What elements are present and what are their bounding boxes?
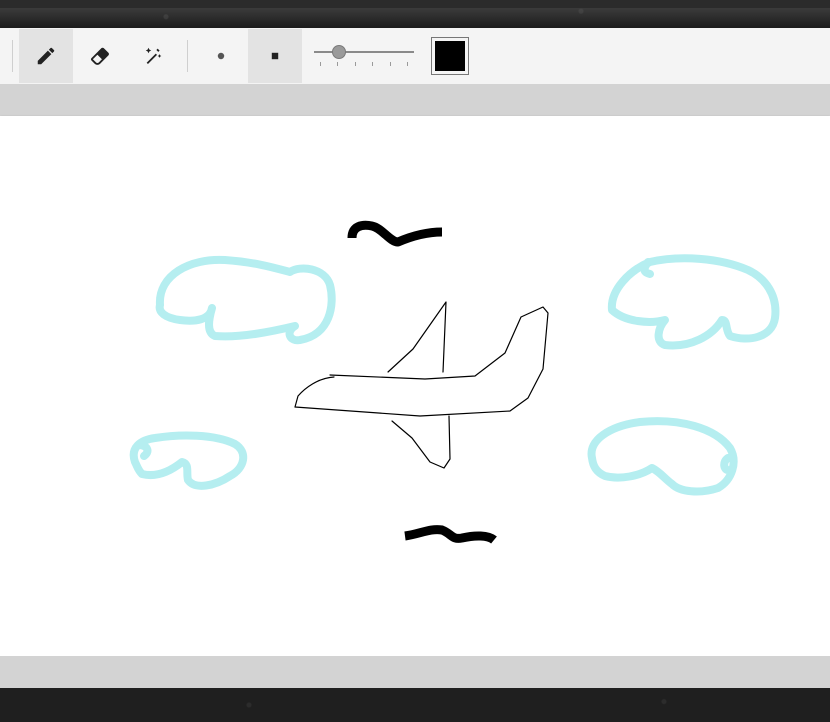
bird-top [347, 220, 443, 247]
airplane-upper-wing [387, 301, 447, 373]
cloud-bottom-right [587, 417, 738, 496]
slider-tick [355, 62, 356, 66]
current-color-swatch [435, 41, 465, 71]
magic-eraser-tool-button[interactable] [127, 29, 181, 83]
color-picker-button[interactable] [431, 37, 469, 75]
pencil-icon [37, 47, 55, 65]
round-brush-icon [217, 52, 225, 60]
slider-tick [320, 62, 321, 66]
cloud-top-left [155, 255, 336, 345]
magic-wand-icon [145, 47, 162, 64]
cloud-bottom-left [129, 431, 248, 490]
airplane-lower-wing [391, 415, 451, 469]
brush-size-slider[interactable] [314, 42, 414, 72]
drawing-canvas[interactable] [0, 116, 830, 656]
top-window-bar [0, 0, 830, 28]
slider-tick [372, 62, 373, 66]
eraser-tool-button[interactable] [73, 29, 127, 83]
canvas-margin-top [0, 84, 830, 116]
cloud-top-right [607, 254, 780, 350]
pencil-tool-button[interactable] [19, 29, 73, 83]
slider-track[interactable] [314, 51, 414, 53]
slider-tick [407, 62, 408, 66]
airplane-body [294, 306, 549, 417]
round-brush-button[interactable] [194, 29, 248, 83]
slider-tick [337, 62, 338, 66]
toolbar-separator [187, 40, 188, 72]
drawing-toolbar [0, 28, 830, 85]
canvas-margin-bottom [0, 656, 830, 688]
square-brush-button[interactable] [248, 29, 302, 83]
canvas-drawing [129, 220, 780, 544]
bottom-window-bar [0, 688, 830, 722]
toolbar-separator [12, 40, 13, 72]
bird-bottom [404, 525, 497, 544]
slider-knob[interactable] [332, 45, 346, 59]
slider-tick [390, 62, 391, 66]
square-brush-icon [271, 52, 279, 60]
eraser-icon [91, 47, 109, 65]
